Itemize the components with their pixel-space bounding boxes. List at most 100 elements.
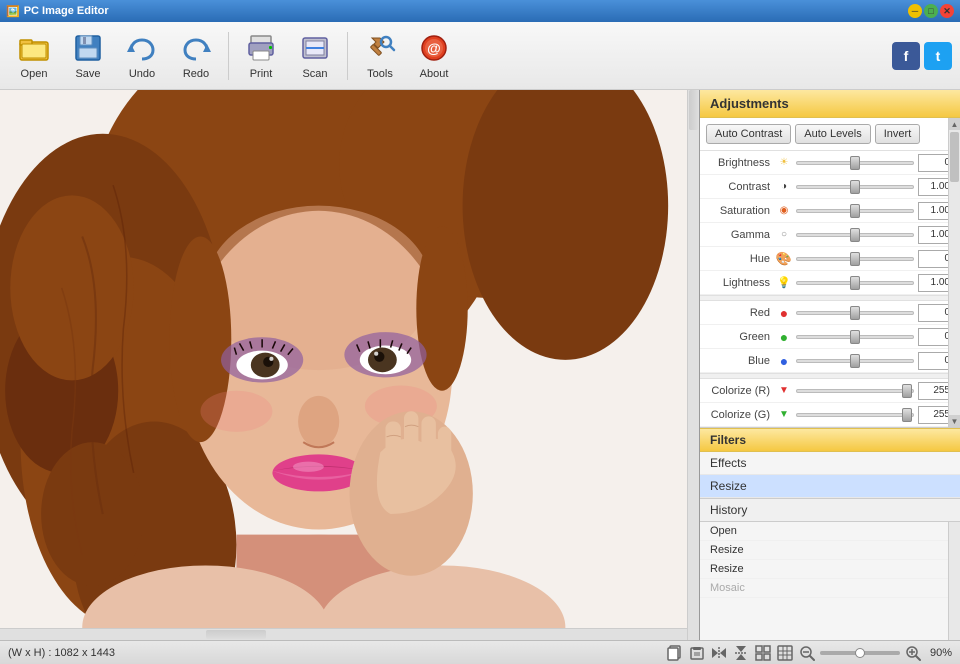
canvas-area[interactable] xyxy=(0,90,700,640)
hue-slider[interactable] xyxy=(796,257,914,261)
scan-icon xyxy=(299,32,331,64)
statusbar: (W x H) : 1082 x 1443 xyxy=(0,640,960,664)
contrast-row: Contrast ◑ 1.00 xyxy=(700,175,960,199)
adj-scrollbar[interactable]: ▲ ▼ xyxy=(948,118,960,427)
grid-icon[interactable] xyxy=(754,644,772,662)
right-panel: Adjustments Auto Contrast Auto Levels In… xyxy=(700,90,960,640)
blue-row: Blue ● 0 xyxy=(700,349,960,373)
history-item-resize-1[interactable]: Resize xyxy=(700,541,948,560)
blue-label: Blue xyxy=(706,355,776,367)
paste-icon[interactable] xyxy=(688,644,706,662)
main-content: Adjustments Auto Contrast Auto Levels In… xyxy=(0,90,960,640)
lightness-slider[interactable] xyxy=(796,281,914,285)
scan-button[interactable]: Scan xyxy=(289,27,341,85)
tools-button[interactable]: Tools xyxy=(354,27,406,85)
auto-levels-button[interactable]: Auto Levels xyxy=(795,124,870,144)
facebook-button[interactable]: f xyxy=(892,42,920,70)
history-scrollbar[interactable] xyxy=(948,522,960,640)
twitter-button[interactable]: t xyxy=(924,42,952,70)
brightness-slider[interactable] xyxy=(796,161,914,165)
auto-contrast-button[interactable]: Auto Contrast xyxy=(706,124,791,144)
contrast-slider[interactable] xyxy=(796,185,914,189)
hue-label: Hue xyxy=(706,253,776,265)
history-resize1-label: Resize xyxy=(710,544,744,556)
history-item-resize-2[interactable]: Resize xyxy=(700,560,948,579)
saturation-row: Saturation ◉ 1.00 xyxy=(700,199,960,223)
history-item-open[interactable]: Open xyxy=(700,522,948,541)
print-icon xyxy=(245,32,277,64)
redo-label: Redo xyxy=(183,68,209,80)
save-button[interactable]: Save xyxy=(62,27,114,85)
contrast-icon: ◑ xyxy=(776,179,792,195)
adj-buttons-row: Auto Contrast Auto Levels Invert xyxy=(700,118,960,151)
filters-section: Filters Effects Resize xyxy=(700,428,960,498)
history-mosaic-label: Mosaic xyxy=(710,582,745,594)
app-title: PC Image Editor xyxy=(24,5,109,17)
green-row: Green ● 0 xyxy=(700,325,960,349)
toolbar: Open Save Undo xyxy=(0,22,960,90)
print-label: Print xyxy=(250,68,273,80)
titlebar-controls: ─ □ ✕ xyxy=(908,4,954,18)
titlebar: 🖼️ PC Image Editor ─ □ ✕ xyxy=(0,0,960,22)
blue-icon: ● xyxy=(776,353,792,369)
lightness-icon: 💡 xyxy=(776,275,792,291)
open-label: Open xyxy=(21,68,48,80)
resize-filter-item[interactable]: Resize xyxy=(700,475,960,498)
history-section: History Open Resize Resize Mosaic xyxy=(700,498,960,640)
open-button[interactable]: Open xyxy=(8,27,60,85)
history-header-label: History xyxy=(700,498,960,522)
redo-button[interactable]: Redo xyxy=(170,27,222,85)
green-slider[interactable] xyxy=(796,335,914,339)
about-icon: @ xyxy=(418,32,450,64)
colorize-r-label: Colorize (R) xyxy=(706,385,776,397)
colorize-r-slider[interactable] xyxy=(796,389,914,393)
adjustments-panel: Auto Contrast Auto Levels Invert Brightn… xyxy=(700,118,960,428)
zoom-slider[interactable] xyxy=(820,651,900,655)
zoom-percent: 90% xyxy=(930,647,952,659)
about-button[interactable]: @ About xyxy=(408,27,460,85)
image-dimensions: (W x H) : 1082 x 1443 xyxy=(8,647,115,659)
colorize-g-label: Colorize (G) xyxy=(706,409,776,421)
canvas-horizontal-scrollbar[interactable] xyxy=(0,628,687,640)
zoom-in-icon[interactable] xyxy=(904,644,922,662)
invert-button[interactable]: Invert xyxy=(875,124,921,144)
flip-v-icon[interactable] xyxy=(732,644,750,662)
minimize-button[interactable]: ─ xyxy=(908,4,922,18)
adj-scroll-up[interactable]: ▲ xyxy=(949,118,960,130)
red-slider[interactable] xyxy=(796,311,914,315)
history-item-mosaic[interactable]: Mosaic xyxy=(700,579,948,598)
tools-label: Tools xyxy=(367,68,393,80)
print-button[interactable]: Print xyxy=(235,27,287,85)
canvas-v-scroll-thumb[interactable] xyxy=(689,90,698,130)
colorize-g-row: Colorize (G) ▼ 255 xyxy=(700,403,960,427)
brightness-row: Brightness ☀ 0 xyxy=(700,151,960,175)
gamma-slider[interactable] xyxy=(796,233,914,237)
canvas-h-scroll-thumb[interactable] xyxy=(206,630,266,639)
svg-text:@: @ xyxy=(427,40,441,56)
close-button[interactable]: ✕ xyxy=(940,4,954,18)
adjustments-header: Adjustments xyxy=(700,90,960,118)
undo-button[interactable]: Undo xyxy=(116,27,168,85)
zoom-thumb[interactable] xyxy=(855,648,865,658)
blue-slider[interactable] xyxy=(796,359,914,363)
redo-icon xyxy=(180,32,212,64)
gamma-label: Gamma xyxy=(706,229,776,241)
history-open-label: Open xyxy=(710,525,737,537)
copy-icon[interactable] xyxy=(666,644,684,662)
colorize-g-slider[interactable] xyxy=(796,413,914,417)
zoom-out-icon[interactable] xyxy=(798,644,816,662)
saturation-slider[interactable] xyxy=(796,209,914,213)
titlebar-left: 🖼️ PC Image Editor xyxy=(6,5,109,18)
adj-scroll-down[interactable]: ▼ xyxy=(949,415,960,427)
canvas-vertical-scrollbar[interactable] xyxy=(687,90,699,640)
grid2-icon[interactable] xyxy=(776,644,794,662)
colorize-r-icon: ▼ xyxy=(776,383,792,399)
lightness-label: Lightness xyxy=(706,277,776,289)
history-list: Open Resize Resize Mosaic xyxy=(700,522,948,640)
effects-filter-item[interactable]: Effects xyxy=(700,452,960,475)
gamma-row: Gamma ○ 1.00 xyxy=(700,223,960,247)
brightness-label: Brightness xyxy=(706,157,776,169)
flip-h-icon[interactable] xyxy=(710,644,728,662)
adj-scroll-thumb[interactable] xyxy=(950,132,959,182)
maximize-button[interactable]: □ xyxy=(924,4,938,18)
